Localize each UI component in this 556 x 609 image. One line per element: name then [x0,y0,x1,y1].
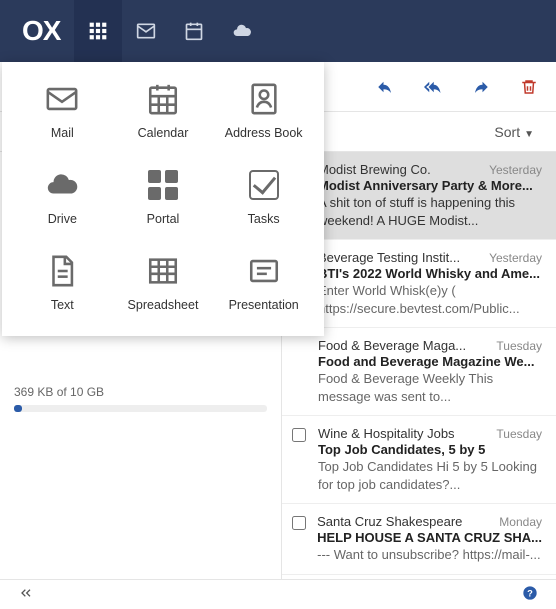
launcher-tasks[interactable]: Tasks [213,168,314,226]
message-date: Tuesday [496,339,542,353]
launcher-label: Drive [48,212,77,226]
message-sender: Beverage Testing Instit... [318,250,460,265]
message-subject: BTI's 2022 World Whisky and Ame... [318,266,542,281]
chevron-down-icon: ▼ [524,129,534,140]
cloud-icon [45,168,79,202]
message-subject: Top Job Candidates, 5 by 5 [318,442,542,457]
grid-icon [88,21,108,41]
launcher-label: Text [51,298,74,312]
help-icon: ? [522,585,538,601]
launcher-address-book[interactable]: Address Book [213,82,314,140]
spreadsheet-icon [146,254,180,288]
message-checkbox[interactable] [292,516,306,530]
quota-text: 369 KB of 10 GB [14,385,267,399]
launcher-label: Calendar [138,126,189,140]
message-date: Yesterday [489,163,542,177]
trash-icon [520,78,538,96]
message-sender: Wine & Hospitality Jobs [318,426,455,441]
launcher-mail[interactable]: Mail [12,82,113,140]
message-preview: --- Want to unsubscribe? https://mail-..… [317,546,542,564]
launcher-label: Mail [51,126,74,140]
message-row[interactable]: Food & Beverage Maga... TuesdayFood and B… [282,328,556,416]
message-date: Yesterday [489,251,542,265]
collapse-sidebar-button[interactable] [18,585,34,604]
mail-icon [136,21,156,41]
message-row[interactable]: Santa Cruz Shakespeare MondayHELP HOUSE A… [282,504,556,575]
quota-bar [14,405,267,412]
tasks-icon [249,170,279,200]
reply-button[interactable] [376,78,394,96]
calendar-icon [184,21,204,41]
document-icon [45,254,79,288]
calendar-icon [146,82,180,116]
address-book-icon [247,82,281,116]
message-sender: Santa Cruz Shakespeare [317,514,462,529]
launcher-label: Presentation [229,298,299,312]
cloud-icon [232,21,252,41]
quota-fill [14,405,22,412]
launcher-spreadsheet[interactable]: Spreadsheet [113,254,214,312]
message-subject: Modist Anniversary Party & More... [318,178,542,193]
forward-button[interactable] [472,78,490,96]
mail-app-button[interactable] [122,0,170,62]
message-sender: Food & Beverage Maga... [318,338,466,353]
reply-icon [376,78,394,96]
brand-logo[interactable]: OX [22,15,60,47]
launcher-drive[interactable]: Drive [12,168,113,226]
portal-icon [148,170,178,200]
launcher-label: Address Book [225,126,303,140]
message-subject: Food and Beverage Magazine We... [318,354,542,369]
app-launcher-button[interactable] [74,0,122,62]
help-button[interactable]: ? [522,585,538,604]
launcher-presentation[interactable]: Presentation [213,254,314,312]
app-launcher-panel: Mail Calendar Address Book Drive Portal … [2,62,324,336]
svg-text:?: ? [527,588,533,598]
calendar-app-button[interactable] [170,0,218,62]
chevron-double-left-icon [18,585,34,601]
mail-icon [45,82,79,116]
message-preview: Food & Beverage Weekly This message was … [318,370,542,405]
launcher-calendar[interactable]: Calendar [113,82,214,140]
launcher-label: Portal [147,212,180,226]
message-checkbox[interactable] [292,428,306,442]
launcher-label: Tasks [248,212,280,226]
message-preview: Top Job Candidates Hi 5 by 5 Looking for… [318,458,542,493]
reply-all-icon [424,78,442,96]
footer-bar: ? [0,579,556,609]
message-preview: A shit ton of stuff is happening this we… [318,194,542,229]
message-preview: Enter World Whisk(e)y ( https://secure.b… [318,282,542,317]
presentation-icon [247,254,281,288]
sort-button[interactable]: Sort▼ [494,124,534,140]
message-subject: HELP HOUSE A SANTA CRUZ SHA... [317,530,542,545]
message-date: Monday [499,515,542,529]
delete-button[interactable] [520,78,538,96]
reply-all-button[interactable] [424,78,442,96]
launcher-text[interactable]: Text [12,254,113,312]
drive-app-button[interactable] [218,0,266,62]
topbar: OX [0,0,556,62]
forward-icon [472,78,490,96]
message-row[interactable]: Wine & Hospitality JobsTuesdayTop Job Ca… [282,416,556,504]
message-sender: Modist Brewing Co. [318,162,431,177]
message-date: Tuesday [496,427,542,441]
launcher-portal[interactable]: Portal [113,168,214,226]
launcher-label: Spreadsheet [128,298,199,312]
